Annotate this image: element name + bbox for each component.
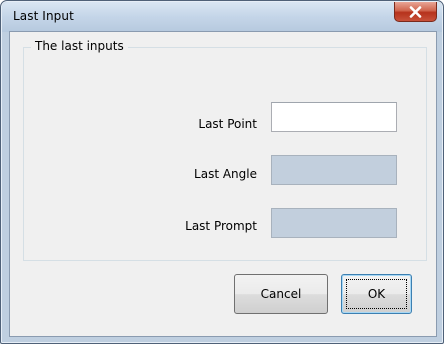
focus-ring <box>346 279 407 309</box>
close-icon <box>409 5 422 18</box>
last-prompt-label: Last Prompt <box>185 219 257 233</box>
close-button[interactable] <box>394 2 437 22</box>
last-point-label: Last Point <box>198 117 257 131</box>
ok-button[interactable]: OK <box>341 274 412 314</box>
last-angle-field <box>271 155 397 185</box>
groupbox-legend: The last inputs <box>31 39 128 53</box>
last-prompt-field <box>271 208 397 238</box>
last-point-input[interactable] <box>272 103 396 131</box>
cancel-button[interactable]: Cancel <box>234 274 328 314</box>
last-angle-label: Last Angle <box>194 167 257 181</box>
last-point-field[interactable] <box>271 102 397 132</box>
title-bar[interactable]: Last Input <box>2 2 442 32</box>
window-title: Last Input <box>13 9 74 23</box>
